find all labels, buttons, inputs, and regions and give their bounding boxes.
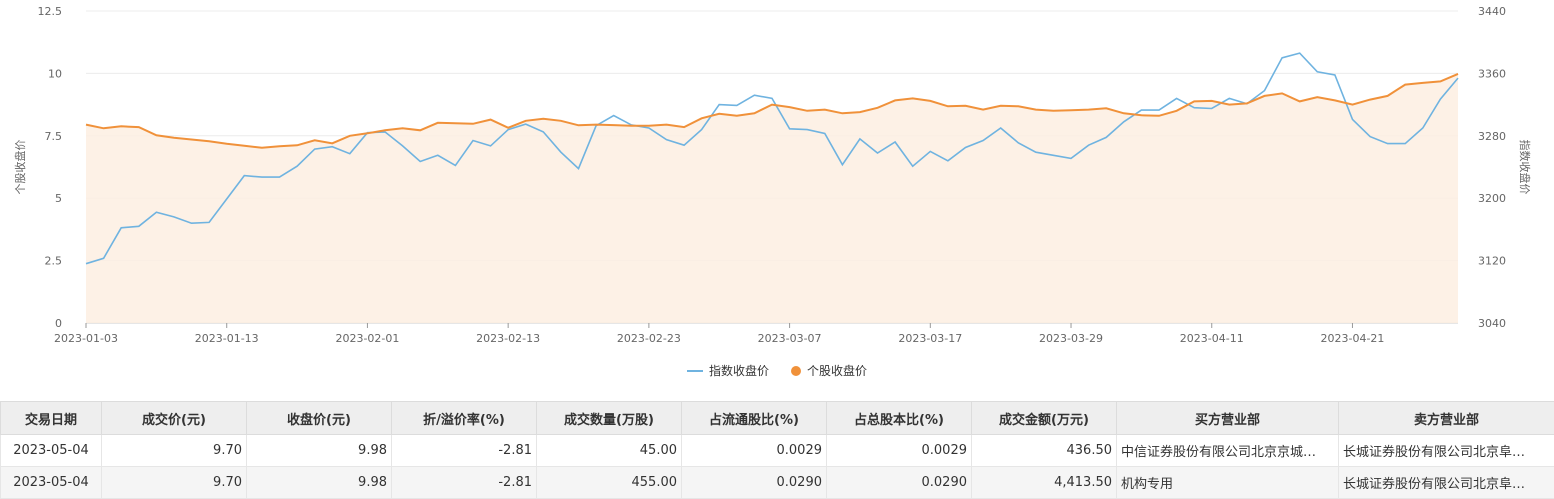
cell-date: 2023-05-04 [1,435,102,467]
cell-close-price: 9.98 [247,435,392,467]
line-chart: 0 2.5 5 7.5 10 12.5 3040 3120 3200 3280 3360 3440 个股… [0,0,1554,360]
cell-buyer[interactable]: 机构专用 [1117,467,1339,499]
left-y-tick-label: 0 [55,317,62,330]
legend-item-index[interactable]: 指数收盘价 [687,362,769,379]
col-header-amount[interactable]: 成交金额(万元) [972,402,1117,435]
x-tick-label: 2023-01-13 [195,332,259,345]
cell-amount: 4,413.50 [972,467,1117,499]
left-y-tick-label: 5 [55,192,62,205]
col-header-close-price[interactable]: 收盘价(元) [247,402,392,435]
cell-premium-rate: -2.81 [392,467,537,499]
right-y-tick-label: 3200 [1478,192,1506,205]
legend-index-line-icon [687,370,703,372]
col-header-buyer[interactable]: 买方营业部 [1117,402,1339,435]
left-y-tick-label: 12.5 [38,5,63,18]
cell-date: 2023-05-04 [1,467,102,499]
legend-item-stock[interactable]: 个股收盘价 [791,362,867,379]
right-y-tick-label: 3120 [1478,255,1506,268]
cell-buyer[interactable]: 中信证券股份有限公司北京京城… [1117,435,1339,467]
block-trade-table: 交易日期 成交价(元) 收盘价(元) 折/溢价率(%) 成交数量(万股) 占流通… [0,401,1554,499]
x-tick-label: 2023-04-21 [1320,332,1384,345]
cell-total-ratio: 0.0029 [827,435,972,467]
cell-total-ratio: 0.0290 [827,467,972,499]
left-y-tick-label: 10 [48,67,62,80]
col-header-volume[interactable]: 成交数量(万股) [537,402,682,435]
col-header-premium-rate[interactable]: 折/溢价率(%) [392,402,537,435]
left-y-tick-label: 2.5 [45,255,63,268]
table-row: 2023-05-04 9.70 9.98 -2.81 455.00 0.0290… [1,467,1554,499]
cell-close-price: 9.98 [247,467,392,499]
right-y-tick-label: 3040 [1478,317,1506,330]
right-y-tick-label: 3280 [1478,130,1506,143]
x-tick-label: 2023-03-17 [898,332,962,345]
right-y-tick-label: 3360 [1478,67,1506,80]
cell-volume: 45.00 [537,435,682,467]
cell-volume: 455.00 [537,467,682,499]
table-header-row: 交易日期 成交价(元) 收盘价(元) 折/溢价率(%) 成交数量(万股) 占流通… [1,402,1554,435]
left-axis-title: 个股收盘价 [13,140,27,195]
col-header-trade-price[interactable]: 成交价(元) [102,402,247,435]
x-tick-label: 2023-02-23 [617,332,681,345]
col-header-float-ratio[interactable]: 占流通股比(%) [682,402,827,435]
chart-legend: 指数收盘价 个股收盘价 [0,362,1554,379]
x-tick-label: 2023-04-11 [1180,332,1244,345]
cell-trade-price: 9.70 [102,467,247,499]
chart-area: 0 2.5 5 7.5 10 12.5 3040 3120 3200 3280 3360 3440 个股… [0,0,1554,395]
col-header-seller[interactable]: 卖方营业部 [1339,402,1554,435]
cell-amount: 436.50 [972,435,1117,467]
cell-seller[interactable]: 长城证券股份有限公司北京阜… [1339,435,1554,467]
left-y-tick-label: 7.5 [45,130,63,143]
right-axis-title: 指数收盘价 [1518,140,1532,195]
right-y-tick-label: 3440 [1478,5,1506,18]
x-tick-label: 2023-02-01 [335,332,399,345]
x-tick-label: 2023-01-03 [54,332,118,345]
cell-premium-rate: -2.81 [392,435,537,467]
legend-index-label: 指数收盘价 [709,362,769,379]
cell-seller[interactable]: 长城证券股份有限公司北京阜… [1339,467,1554,499]
legend-stock-label: 个股收盘价 [807,362,867,379]
x-tick-label: 2023-02-13 [476,332,540,345]
legend-stock-dot-icon [791,366,801,376]
x-tick-label: 2023-03-29 [1039,332,1103,345]
cell-float-ratio: 0.0290 [682,467,827,499]
col-header-date[interactable]: 交易日期 [1,402,102,435]
cell-trade-price: 9.70 [102,435,247,467]
table-row: 2023-05-04 9.70 9.98 -2.81 45.00 0.0029 … [1,435,1554,467]
col-header-total-ratio[interactable]: 占总股本比(%) [827,402,972,435]
cell-float-ratio: 0.0029 [682,435,827,467]
x-tick-label: 2023-03-07 [758,332,822,345]
stock-area-fill [86,74,1458,323]
